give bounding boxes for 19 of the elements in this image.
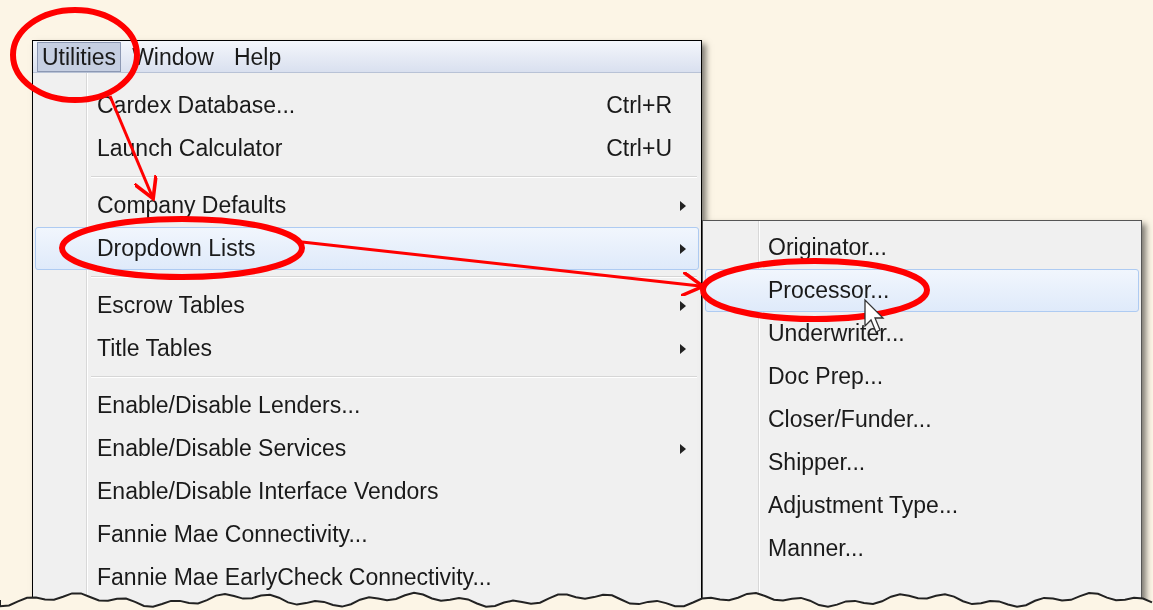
menu-item[interactable]: Enable/Disable Lenders... [35, 384, 699, 427]
menu-item[interactable]: Dropdown Lists [35, 227, 699, 270]
menu-item[interactable]: Company Defaults [35, 184, 699, 227]
submenu-item[interactable]: Doc Prep... [705, 355, 1139, 398]
submenu-item[interactable]: Adjustment Type... [705, 484, 1139, 527]
submenu-item[interactable]: Originator... [705, 226, 1139, 269]
submenu-item[interactable]: Processor... [705, 269, 1139, 312]
menu-item[interactable]: Enable/Disable Interface Vendors [35, 470, 699, 513]
menu-item[interactable]: Title Tables [35, 327, 699, 370]
menu-item[interactable]: Fannie Mae EarlyCheck Connectivity... [35, 556, 699, 599]
submenu-item[interactable]: Manner... [705, 527, 1139, 570]
menu-bar-item[interactable]: Utilities [37, 41, 122, 72]
submenu-item[interactable]: Closer/Funder... [705, 398, 1139, 441]
submenu-item[interactable]: Underwriter... [705, 312, 1139, 355]
menu-bar-item[interactable]: Help [224, 41, 291, 72]
menu-item[interactable]: Fannie Mae Connectivity... [35, 513, 699, 556]
menu-item[interactable]: Enable/Disable Services [35, 427, 699, 470]
menu-item[interactable]: Escrow Tables [35, 284, 699, 327]
submenu-item[interactable]: Shipper... [705, 441, 1139, 484]
